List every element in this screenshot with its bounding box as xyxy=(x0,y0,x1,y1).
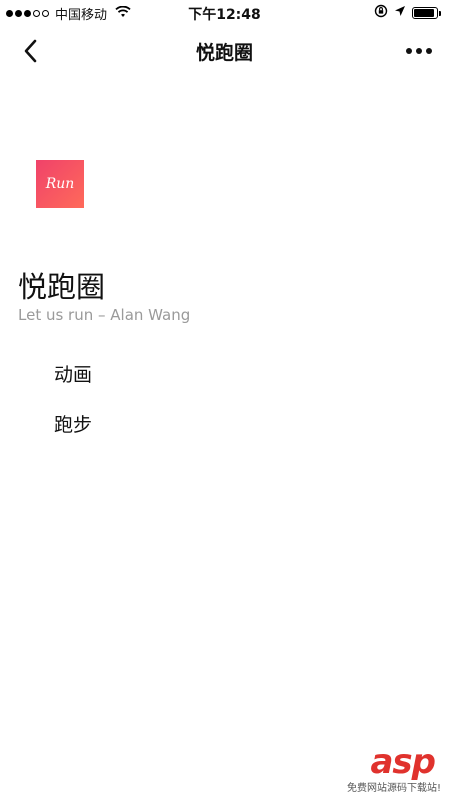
battery-cap xyxy=(439,10,441,16)
status-right xyxy=(374,4,441,22)
watermark-logo: asp xyxy=(370,742,436,782)
menu-item-animation[interactable]: 动画 xyxy=(54,360,92,410)
watermark: asp 免费网站源码下载站! xyxy=(271,742,441,794)
status-bar: 中国移动 下午12:48 xyxy=(0,0,449,26)
location-arrow-icon xyxy=(394,5,406,21)
more-dot xyxy=(416,48,422,54)
app-title: 悦跑圈 xyxy=(18,270,106,304)
more-dot xyxy=(426,48,432,54)
screen: 中国移动 下午12:48 悦跑圈 Run 悦跑圈 Let us run – Al… xyxy=(0,0,449,800)
battery-icon xyxy=(412,7,438,19)
app-subtitle: Let us run – Alan Wang xyxy=(18,306,191,324)
nav-title: 悦跑圈 xyxy=(195,42,253,64)
menu-list: 动画 跑步 xyxy=(54,360,92,460)
battery-fill xyxy=(414,9,434,17)
app-logo: Run xyxy=(36,160,84,208)
nav-bar: 悦跑圈 xyxy=(0,26,449,76)
more-dots-icon xyxy=(406,48,412,54)
app-logo-text: Run xyxy=(45,176,75,192)
orientation-lock-icon xyxy=(374,4,388,22)
watermark-caption: 免费网站源码下载站! xyxy=(346,783,441,794)
more-button[interactable] xyxy=(401,38,437,64)
menu-item-running[interactable]: 跑步 xyxy=(54,410,92,460)
